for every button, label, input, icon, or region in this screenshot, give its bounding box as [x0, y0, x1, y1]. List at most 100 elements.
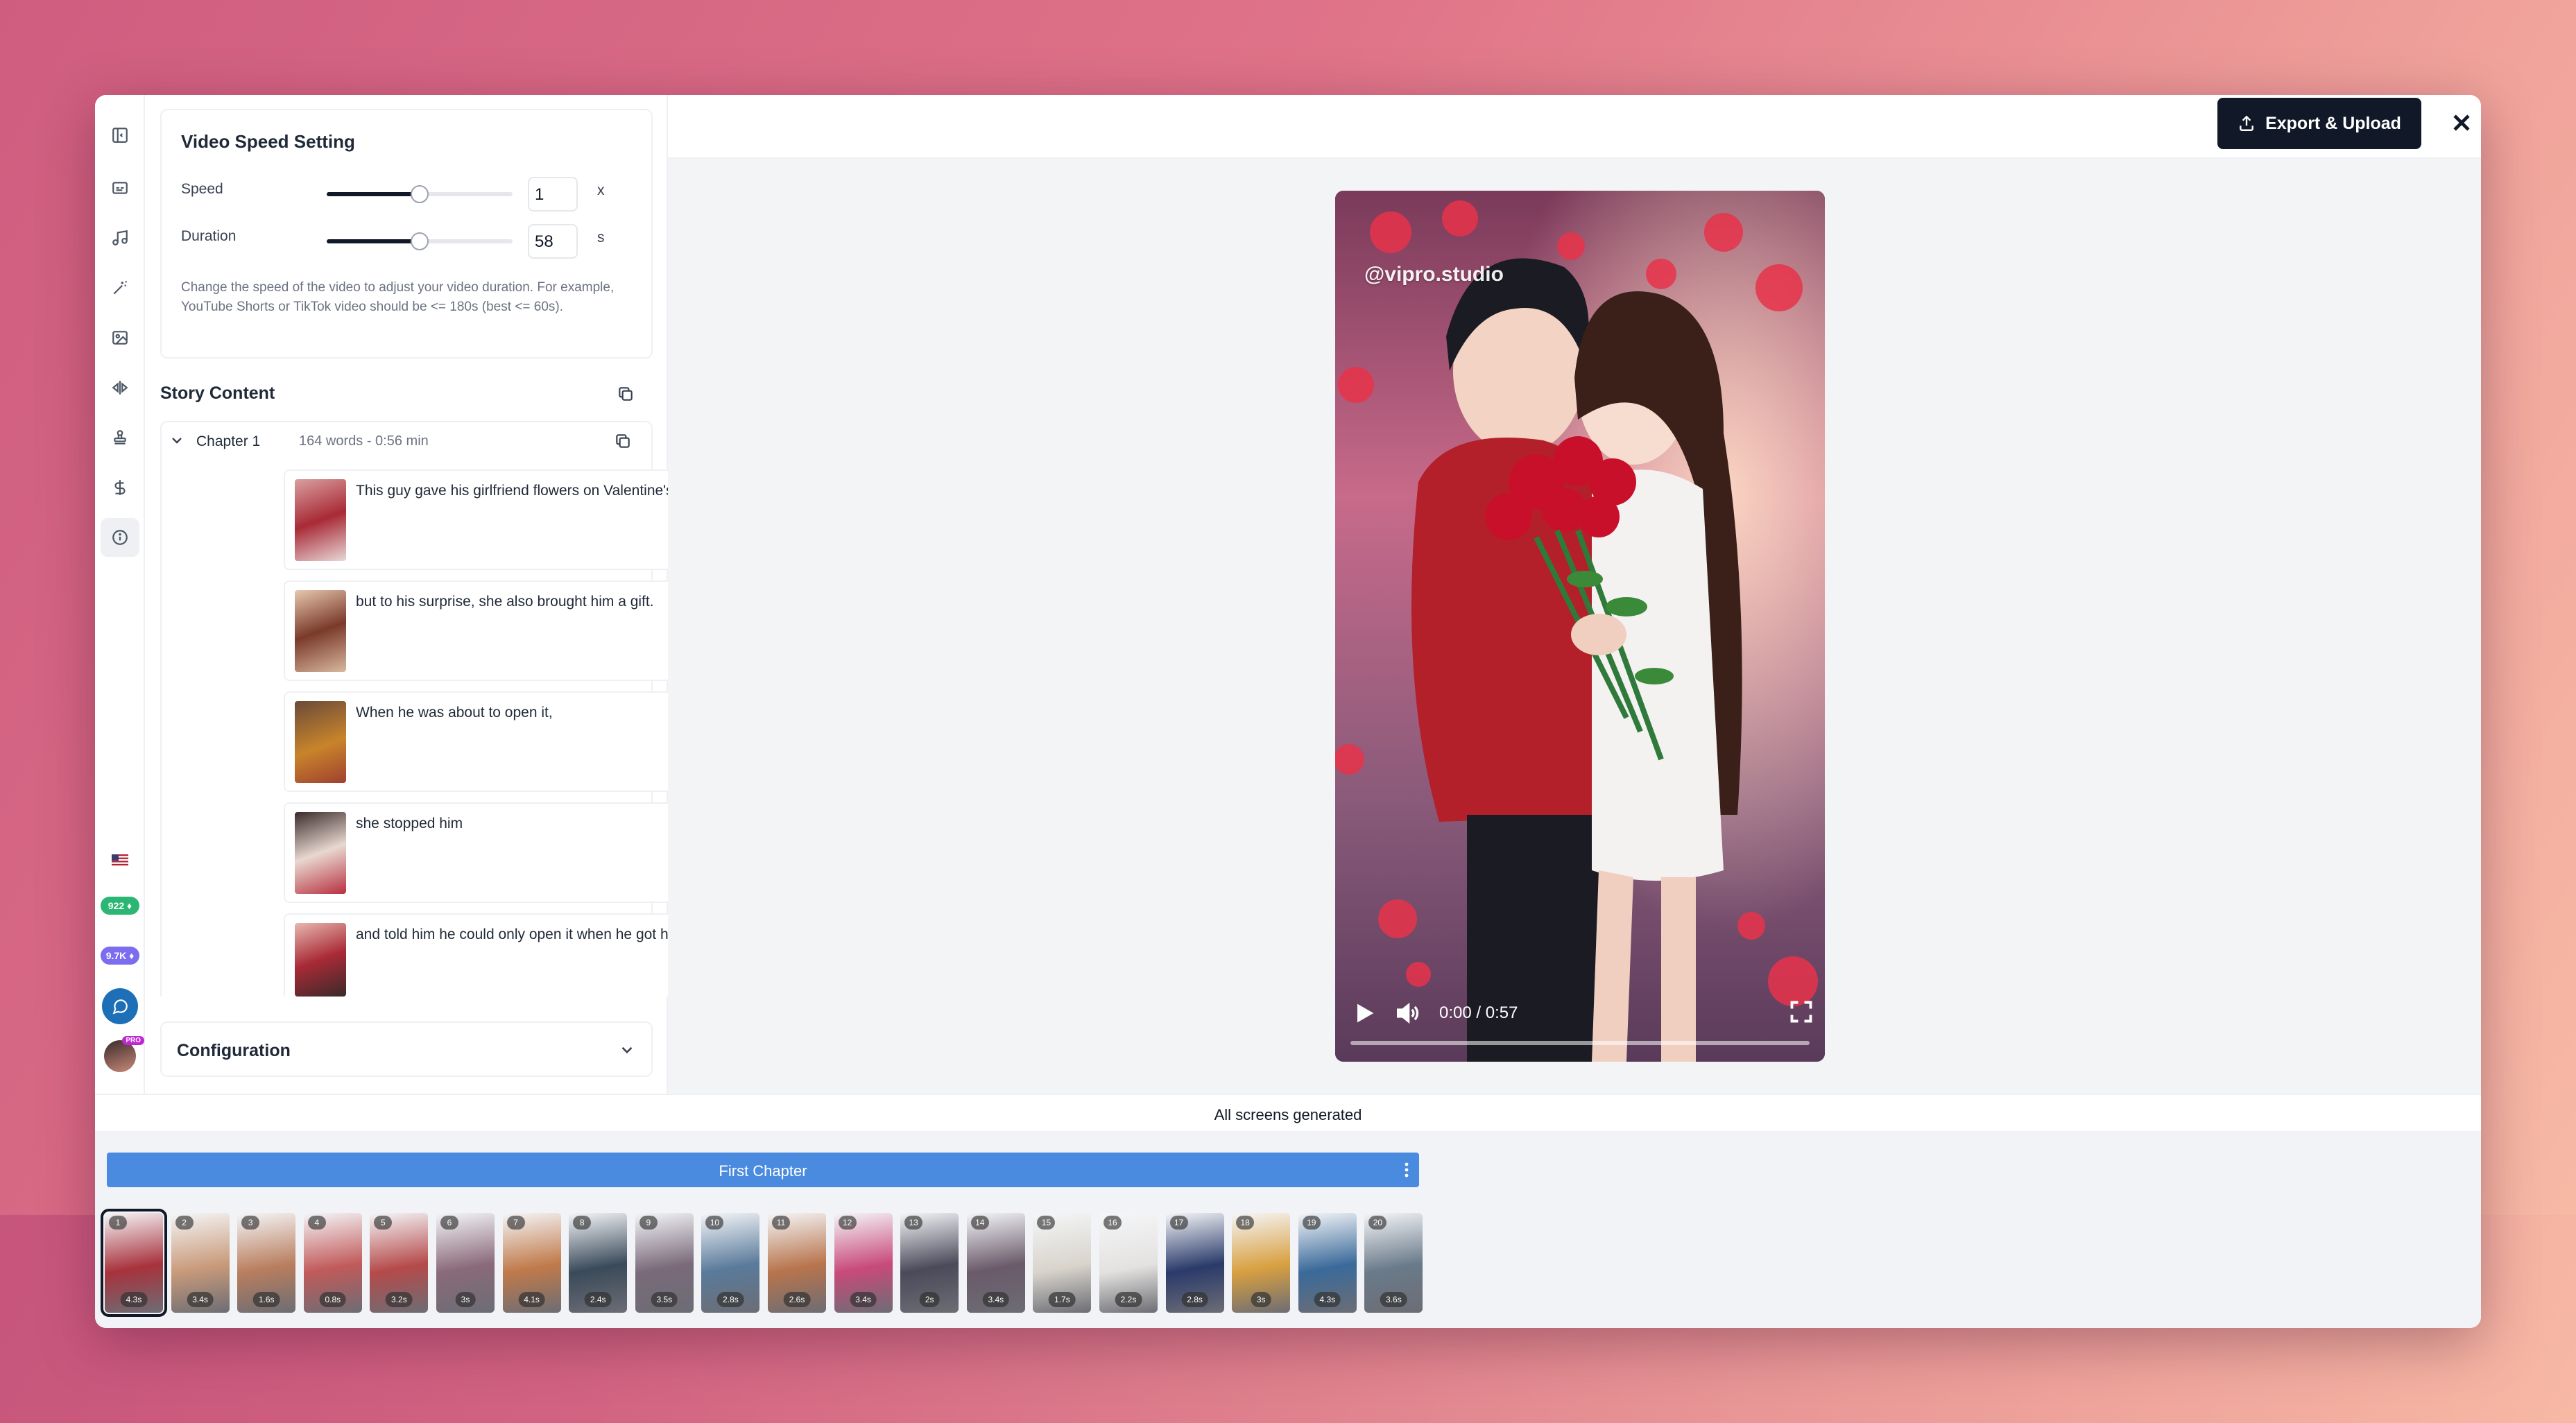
stamp-icon[interactable]	[101, 418, 139, 457]
scene-thumbnail	[295, 479, 346, 561]
frame-number: 19	[1302, 1216, 1321, 1230]
speed-slider-thumb[interactable]	[411, 185, 429, 203]
scene-thumbnail	[295, 590, 346, 672]
video-progress-bar[interactable]	[1350, 1041, 1810, 1045]
status-text: All screens generated	[1214, 1106, 1362, 1123]
flip-icon[interactable]	[101, 368, 139, 407]
timeline-frame[interactable]: 17 2.8s	[1165, 1213, 1224, 1313]
scene-thumbnail	[295, 701, 346, 783]
timeline-frame[interactable]: 4 0.8s	[303, 1213, 362, 1313]
timeline-frame[interactable]: 11 2.6s	[768, 1213, 826, 1313]
collapse-sidebar-icon[interactable]	[101, 116, 139, 155]
frame-number: 6	[440, 1216, 458, 1230]
video-frame-image	[1335, 191, 1825, 1062]
duration-label: Duration	[181, 228, 237, 244]
duration-slider[interactable]	[327, 232, 513, 250]
avatar[interactable]: PRO	[101, 1036, 144, 1076]
image-settings-icon[interactable]	[101, 318, 139, 357]
frame-duration: 3.2s	[386, 1292, 413, 1307]
export-upload-label: Export & Upload	[2265, 113, 2401, 133]
timeline-chapter-bar[interactable]: First Chapter	[107, 1153, 1419, 1187]
frame-duration: 1.6s	[252, 1292, 280, 1307]
us-flag-icon[interactable]	[101, 840, 139, 879]
frame-number: 2	[175, 1216, 194, 1230]
video-player[interactable]: @vipro.studio 0:00 / 0:57	[1335, 191, 1825, 1062]
chat-icon[interactable]	[101, 987, 139, 1026]
music-icon[interactable]	[101, 218, 139, 257]
credits-badge[interactable]: 922 ♦	[101, 897, 139, 915]
status-bar: All screens generated	[95, 1094, 2481, 1132]
pro-badge: PRO	[122, 1036, 144, 1045]
editor-window: 922 ♦ 9.7K ♦ PRO Video Speed Setting Spe…	[95, 95, 2481, 1328]
duration-input[interactable]: 58	[528, 224, 578, 259]
subtitles-icon[interactable]	[101, 169, 139, 207]
timeline-frame[interactable]: 20 3.6s	[1364, 1213, 1423, 1313]
speed-unit: x	[597, 182, 605, 198]
video-speed-card: Video Speed Setting Speed 1 x Duration 5…	[160, 109, 653, 359]
timeline-frame[interactable]: 14 3.4s	[966, 1213, 1025, 1313]
timeline-frame[interactable]: 6 3s	[436, 1213, 495, 1313]
frame-duration: 1.7s	[1049, 1292, 1076, 1307]
frame-number: 10	[705, 1216, 724, 1230]
fullscreen-icon[interactable]	[1789, 999, 1814, 1024]
watermark-text: @vipro.studio	[1364, 263, 1504, 286]
timeline-frame[interactable]: 3 1.6s	[237, 1213, 296, 1313]
credits-count: 922	[108, 900, 125, 911]
frame-duration: 2.8s	[717, 1292, 744, 1307]
frame-number: 20	[1368, 1216, 1387, 1230]
timeline-frame[interactable]: 13 2s	[900, 1213, 959, 1313]
timeline-chapter-label: First Chapter	[719, 1162, 807, 1180]
frame-duration: 2.2s	[1115, 1292, 1142, 1307]
video-controls: 0:00 / 0:57	[1335, 990, 1825, 1062]
icon-rail: 922 ♦ 9.7K ♦ PRO	[95, 95, 145, 1094]
frame-duration: 4.1s	[518, 1292, 545, 1307]
story-content-title: Story Content	[160, 383, 275, 403]
play-icon[interactable]	[1350, 999, 1378, 1027]
volume-icon[interactable]	[1393, 999, 1421, 1027]
timeline-frame[interactable]: 10 2.8s	[701, 1213, 760, 1313]
frame-duration: 3s	[455, 1292, 476, 1307]
frame-number: 4	[307, 1216, 326, 1230]
copy-chapter-icon[interactable]	[611, 429, 635, 453]
dollar-icon[interactable]	[101, 468, 139, 507]
copy-story-icon[interactable]	[614, 382, 637, 406]
timeline-frame[interactable]: 2 3.4s	[171, 1213, 230, 1313]
timeline-frame[interactable]: 8 2.4s	[569, 1213, 628, 1313]
timeline-frame[interactable]: 16 2.2s	[1099, 1213, 1158, 1313]
timeline-frame[interactable]: 12 3.4s	[834, 1213, 893, 1313]
chapter-meta: 164 words - 0:56 min	[299, 433, 429, 449]
frame-number: 16	[1104, 1216, 1122, 1230]
configuration-section[interactable]: Configuration	[160, 1021, 653, 1077]
frame-duration: 4.3s	[120, 1292, 148, 1307]
speed-slider[interactable]	[327, 185, 513, 203]
timeline-frame[interactable]: 9 3.5s	[635, 1213, 694, 1313]
scene-thumbnail	[295, 923, 346, 997]
timeline-frame[interactable]: 1 4.3s	[101, 1209, 167, 1317]
info-icon[interactable]	[101, 518, 139, 557]
tokens-count: 9.7K	[105, 950, 127, 961]
frame-number: 7	[506, 1216, 525, 1230]
more-vertical-icon[interactable]	[1404, 1162, 1409, 1178]
frame-duration: 2s	[919, 1292, 940, 1307]
frame-duration: 2.8s	[1181, 1292, 1208, 1307]
frame-number: 11	[772, 1216, 790, 1230]
tokens-badge[interactable]: 9.7K ♦	[101, 947, 139, 965]
frame-number: 3	[241, 1216, 260, 1230]
duration-slider-thumb[interactable]	[411, 232, 429, 250]
timeline-frame[interactable]: 5 3.2s	[370, 1213, 429, 1313]
timeline-frame[interactable]: 7 4.1s	[502, 1213, 561, 1313]
chevron-down-icon[interactable]	[169, 432, 185, 449]
magic-wand-icon[interactable]	[101, 268, 139, 307]
video-time: 0:00 / 0:57	[1439, 1003, 1518, 1022]
timeline-frame[interactable]: 19 4.3s	[1298, 1213, 1357, 1313]
video-speed-title: Video Speed Setting	[181, 131, 355, 152]
upload-icon	[2240, 115, 2253, 131]
timeline-frame[interactable]: 15 1.7s	[1033, 1213, 1092, 1313]
timeline-frame[interactable]: 18 3s	[1232, 1213, 1291, 1313]
chevron-down-icon[interactable]	[618, 1041, 636, 1059]
close-button[interactable]	[2444, 105, 2480, 141]
speed-input[interactable]: 1	[528, 177, 578, 212]
top-bar: Export & Upload	[668, 95, 2481, 159]
chapter-header[interactable]: Chapter 1 164 words - 0:56 min	[160, 421, 653, 461]
export-upload-button[interactable]: Export & Upload	[2217, 98, 2421, 149]
